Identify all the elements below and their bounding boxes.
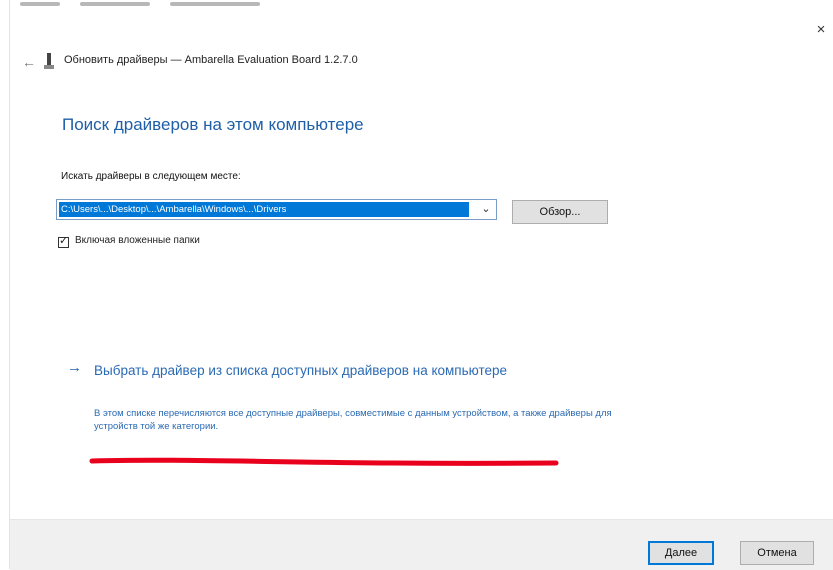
update-drivers-window: × ← Обновить драйверы — Ambarella Evalua… [0, 0, 833, 570]
red-underline-annotation [89, 457, 559, 466]
cancel-button[interactable]: Отмена [740, 541, 814, 565]
next-button[interactable]: Далее [648, 541, 714, 565]
dialog-footer: Далее Отмена [10, 519, 833, 570]
